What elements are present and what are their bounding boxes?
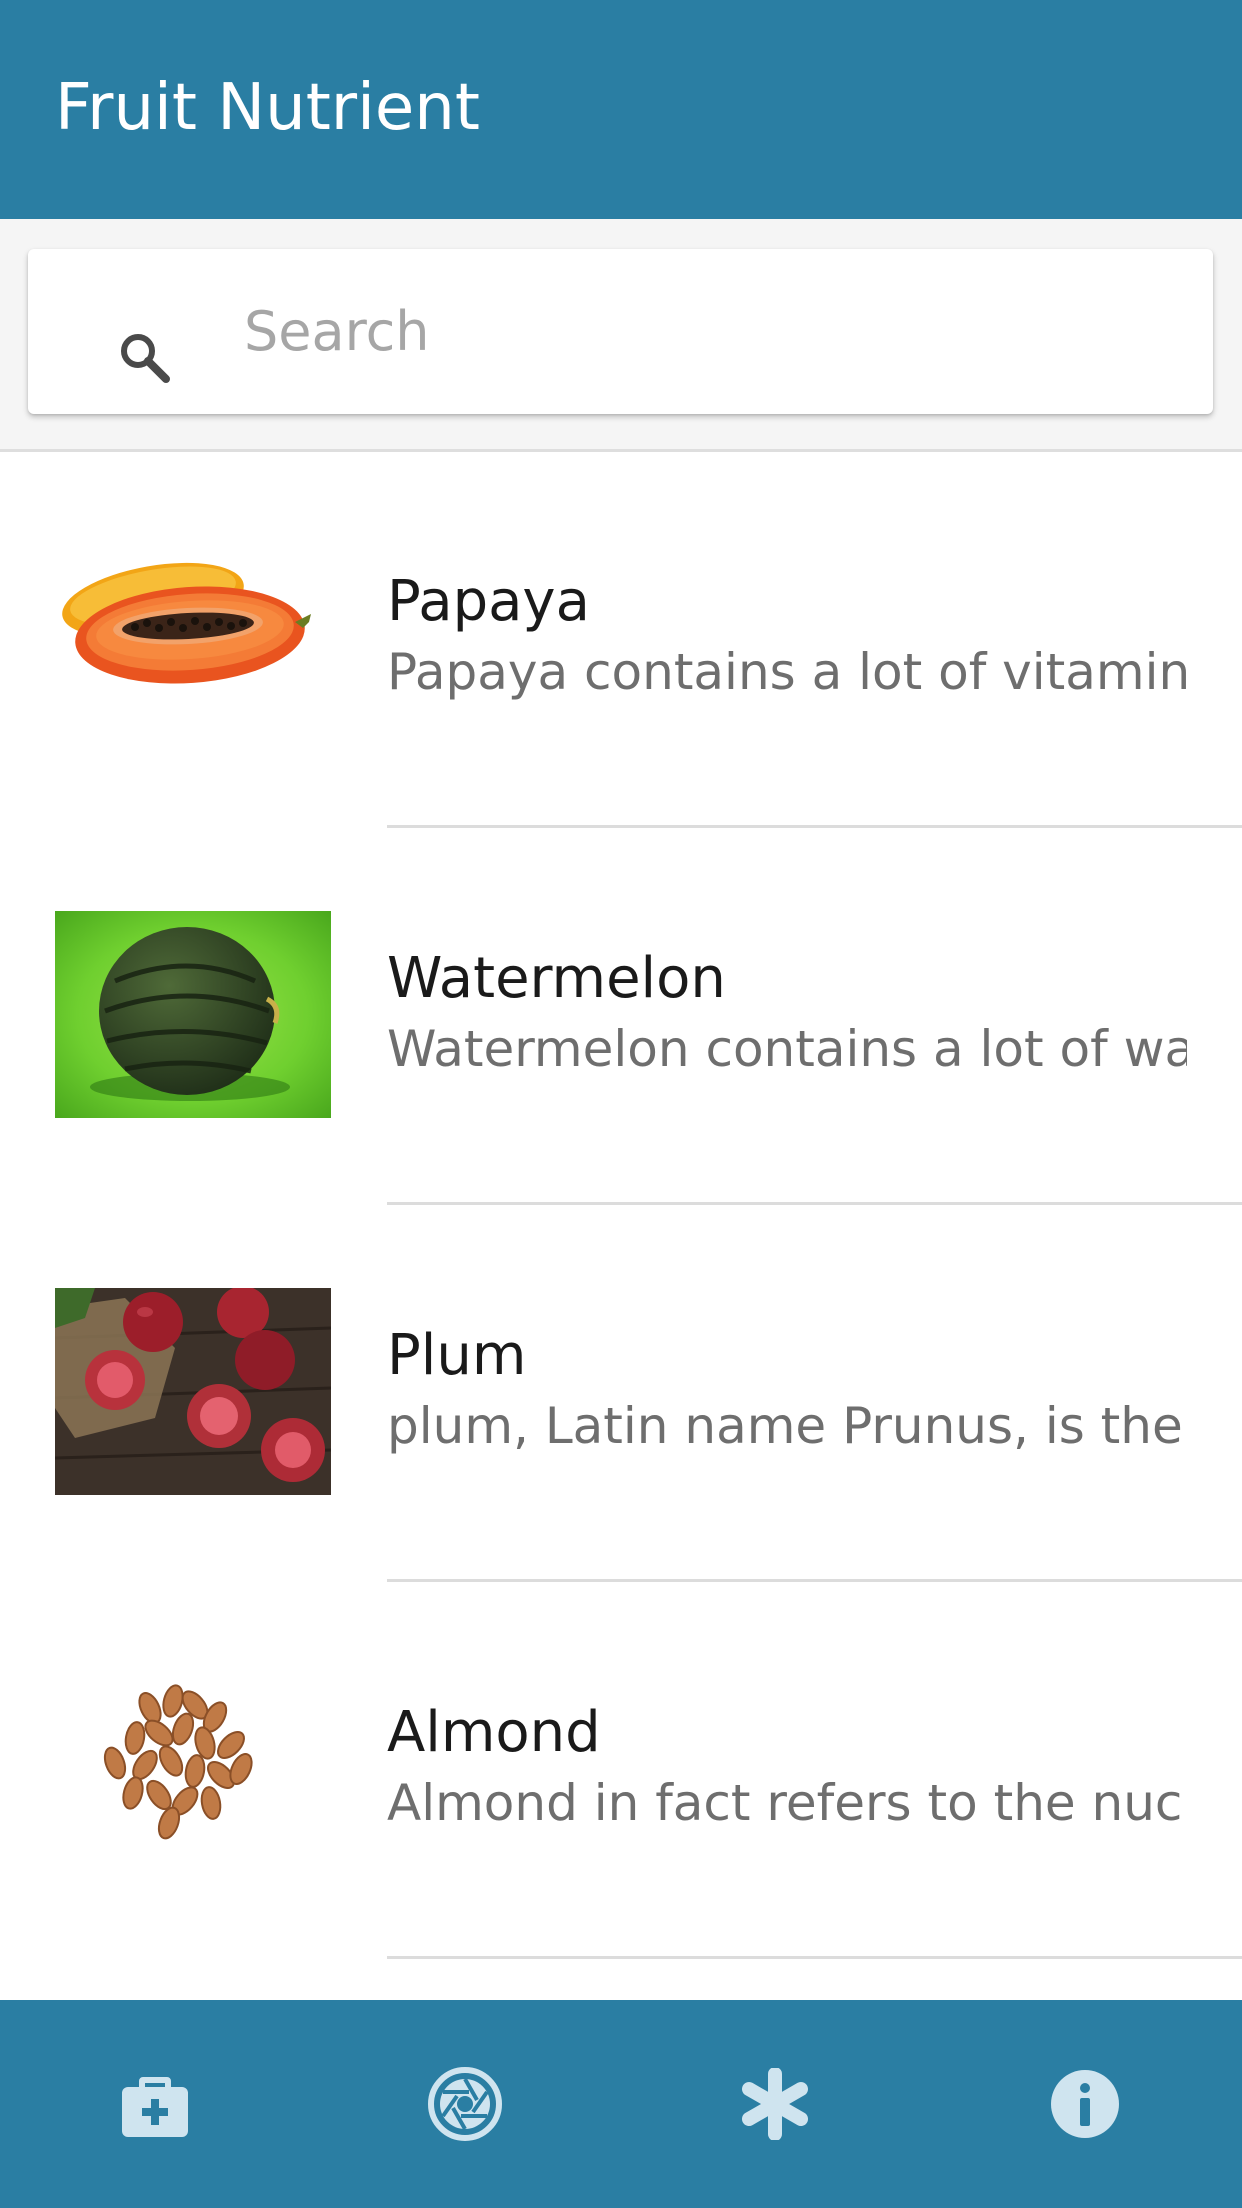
plum-image bbox=[54, 1286, 332, 1495]
item-title: Almond bbox=[387, 1700, 601, 1765]
divider bbox=[387, 1956, 1242, 1959]
tab-asterisk[interactable] bbox=[620, 2000, 930, 2208]
list-item-papaya[interactable]: Papaya Papaya contains a lot of vitamin … bbox=[0, 452, 1242, 829]
list-item-almond[interactable]: Almond Almond in fact refers to the nucl… bbox=[0, 1583, 1242, 1960]
item-description: Watermelon contains a lot of water, su bbox=[387, 1020, 1187, 1078]
search-area bbox=[0, 219, 1242, 452]
item-description: plum, Latin name Prunus, is the fruit o bbox=[387, 1397, 1187, 1455]
camera-aperture-icon bbox=[428, 2067, 502, 2141]
tab-info[interactable] bbox=[930, 2000, 1240, 2208]
item-title: Watermelon bbox=[387, 946, 726, 1011]
tab-camera[interactable] bbox=[310, 2000, 620, 2208]
search-bar[interactable] bbox=[28, 249, 1213, 414]
info-icon bbox=[1051, 2070, 1119, 2138]
item-description: Almond in fact refers to the nucleolus bbox=[387, 1774, 1187, 1832]
divider bbox=[387, 825, 1242, 828]
divider bbox=[387, 1202, 1242, 1205]
bottom-navigation bbox=[0, 2000, 1242, 2208]
tab-medical[interactable] bbox=[0, 2000, 310, 2208]
app-bar: Fruit Nutrient bbox=[0, 0, 1242, 219]
watermelon-image bbox=[55, 911, 331, 1118]
almond-image bbox=[55, 1653, 331, 1860]
divider bbox=[387, 1579, 1242, 1582]
list-item-watermelon[interactable]: Watermelon Watermelon contains a lot of … bbox=[0, 829, 1242, 1206]
app-title: Fruit Nutrient bbox=[55, 71, 480, 145]
medical-kit-icon bbox=[122, 2077, 188, 2137]
item-title: Plum bbox=[387, 1323, 527, 1388]
fruit-list[interactable]: Papaya Papaya contains a lot of vitamin … bbox=[0, 452, 1242, 2000]
item-description: Papaya contains a lot of vitamin A and bbox=[387, 643, 1187, 701]
search-input[interactable] bbox=[244, 294, 1144, 369]
asterisk-icon bbox=[742, 2068, 808, 2140]
search-icon[interactable] bbox=[116, 329, 176, 389]
item-title: Papaya bbox=[387, 569, 590, 634]
papaya-image bbox=[55, 522, 331, 729]
list-item-plum[interactable]: Plum plum, Latin name Prunus, is the fru… bbox=[0, 1206, 1242, 1583]
